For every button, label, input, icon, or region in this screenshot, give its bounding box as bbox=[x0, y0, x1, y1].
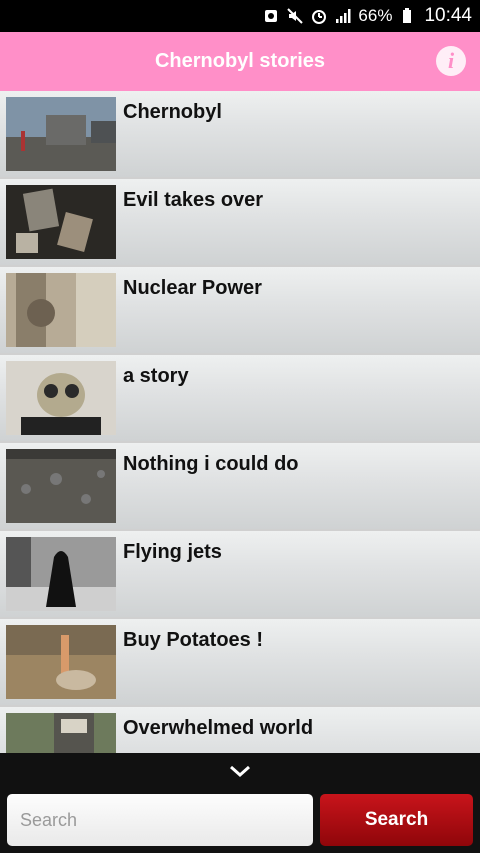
search-bar-area: Search bbox=[0, 753, 480, 853]
thumbnail-image bbox=[6, 97, 116, 171]
story-title: Overwhelmed world bbox=[123, 717, 314, 739]
story-title: Evil takes over bbox=[123, 189, 264, 211]
page-title: Chernobyl stories bbox=[154, 50, 326, 72]
story-title: Chernobyl bbox=[123, 101, 222, 123]
list-item[interactable]: Chernobyl bbox=[0, 91, 480, 177]
thumbnail-image bbox=[6, 185, 116, 259]
notification-icon bbox=[262, 7, 280, 25]
list-item[interactable]: Buy Potatoes ! bbox=[0, 619, 480, 705]
story-title: Nothing i could do bbox=[123, 453, 299, 475]
signal-icon bbox=[334, 7, 352, 25]
search-button[interactable]: Search bbox=[320, 794, 473, 846]
thumbnail-image bbox=[6, 625, 116, 699]
thumbnail-image bbox=[6, 273, 116, 347]
story-title: Flying jets bbox=[123, 541, 222, 563]
story-list[interactable]: Chernobyl Evil takes over Nuclear Power … bbox=[0, 91, 480, 753]
story-title: Buy Potatoes ! bbox=[123, 629, 264, 651]
story-title: Nuclear Power bbox=[123, 277, 262, 299]
info-icon[interactable]: i bbox=[436, 46, 466, 76]
list-item[interactable]: Nothing i could do bbox=[0, 443, 480, 529]
thumbnail-image bbox=[6, 361, 116, 435]
app-header: Chernobyl stories i bbox=[0, 32, 480, 91]
battery-icon bbox=[398, 7, 416, 25]
list-item[interactable]: Nuclear Power bbox=[0, 267, 480, 353]
clock: 10:44 bbox=[424, 5, 472, 26]
list-item[interactable]: Overwhelmed world bbox=[0, 707, 480, 753]
thumbnail-image bbox=[6, 537, 116, 611]
thumbnail-image bbox=[6, 713, 116, 753]
chevron-down-icon[interactable] bbox=[228, 763, 252, 779]
list-item[interactable]: Flying jets bbox=[0, 531, 480, 617]
thumbnail-image bbox=[6, 449, 116, 523]
mute-vibrate-icon bbox=[286, 7, 304, 25]
alarm-icon bbox=[310, 7, 328, 25]
story-title: a story bbox=[123, 365, 189, 387]
status-bar: 66% 10:44 bbox=[0, 0, 480, 32]
list-item[interactable]: Evil takes over bbox=[0, 179, 480, 265]
battery-percent: 66% bbox=[358, 6, 393, 25]
search-input[interactable] bbox=[7, 794, 313, 846]
list-item[interactable]: a story bbox=[0, 355, 480, 441]
